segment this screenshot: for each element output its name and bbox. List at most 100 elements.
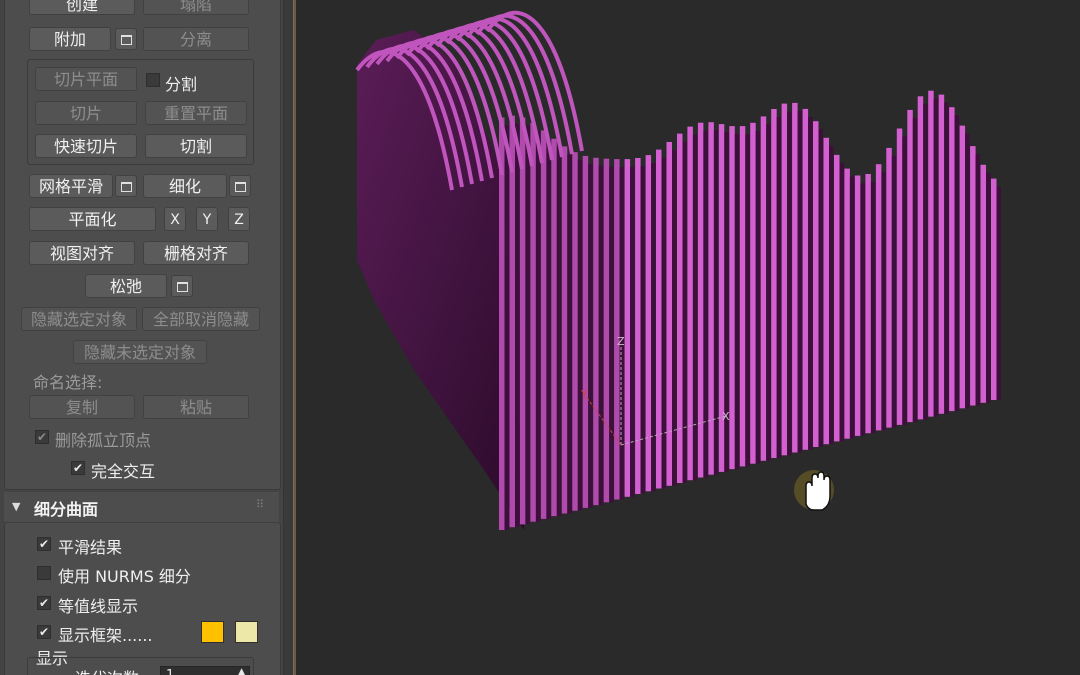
split-label: 分割 — [165, 75, 198, 94]
slice-fin — [865, 174, 871, 434]
meshsmooth-settings-button[interactable] — [115, 175, 137, 197]
make-planar-z-button[interactable]: Z — [228, 207, 250, 231]
slice-fin — [781, 103, 788, 456]
cage-color-swatch-1[interactable] — [201, 621, 224, 643]
slice-gap — [818, 129, 823, 447]
relax-button[interactable]: 松弛 — [85, 274, 167, 298]
view-align-button[interactable]: 视图对齐 — [29, 241, 135, 265]
delete-isolated-checkbox[interactable]: ✔ — [35, 430, 49, 444]
quickslice-button[interactable]: 快速切片 — [35, 134, 137, 158]
slice-fin — [938, 94, 945, 414]
use-nurms-label: 使用 NURMS 细分 — [58, 567, 191, 586]
slice-fin — [991, 178, 997, 400]
iterations-spinner[interactable]: 1 ▲ — [160, 666, 250, 675]
slice-gap — [902, 136, 907, 425]
slice-fin — [875, 164, 882, 431]
meshsmooth-button[interactable]: 网格平滑 — [29, 174, 113, 198]
slice-fin — [677, 133, 683, 483]
split-checkbox[interactable] — [146, 73, 160, 87]
slice-gap — [975, 154, 981, 406]
slice-gap — [986, 172, 991, 403]
show-cage-label: 显示框架...... — [58, 626, 153, 645]
slice-fin — [739, 126, 746, 467]
paste-button[interactable]: 粘贴 — [143, 395, 249, 419]
slice-fin — [896, 128, 903, 425]
isoline-checkbox[interactable]: ✔ — [37, 596, 51, 610]
slice-gap — [923, 104, 928, 420]
slice-gap — [703, 130, 708, 478]
slice-gap — [682, 141, 687, 483]
slice-gap — [745, 134, 750, 467]
attach-settings-button[interactable] — [115, 28, 137, 50]
smooth-result-label: 平滑结果 — [58, 538, 123, 557]
slice-fin — [593, 157, 599, 506]
slice-fin — [813, 121, 819, 447]
detach-button[interactable]: 分离 — [143, 27, 249, 51]
slice-button[interactable]: 切片 — [35, 101, 137, 125]
slice-gap — [954, 115, 960, 412]
slice-fin — [980, 164, 986, 403]
slice-gap — [556, 146, 562, 517]
slice-fin — [551, 138, 557, 517]
slice-fin — [708, 122, 714, 475]
make-planar-y-button[interactable]: Y — [196, 207, 218, 231]
slice-fin — [959, 125, 966, 409]
slice-fin — [603, 158, 610, 503]
slice-plane-button[interactable]: 切片平面 — [35, 67, 137, 91]
smooth-result-checkbox[interactable]: ✔ — [37, 537, 51, 551]
slice-gap — [808, 116, 813, 450]
panel-scrollbar[interactable] — [283, 0, 293, 675]
slice-gap — [630, 167, 635, 497]
perspective-viewport[interactable]: Z X Y — [293, 0, 1080, 675]
full-interactivity-checkbox[interactable]: ✔ — [71, 461, 85, 475]
create-button[interactable]: 创建 — [29, 0, 135, 15]
slice-fin — [834, 154, 840, 442]
slice-gap — [734, 134, 740, 470]
slice-fin — [614, 159, 620, 500]
slice-fin — [572, 152, 578, 511]
slice-gap — [776, 117, 782, 458]
cut-button[interactable]: 切割 — [145, 134, 247, 158]
unhide-all-button[interactable]: 全部取消隐藏 — [142, 307, 260, 331]
cage-color-swatch-2[interactable] — [235, 621, 258, 643]
slice-gap — [860, 183, 865, 436]
slice-gap — [787, 111, 792, 456]
slice-gap — [567, 154, 572, 514]
make-planar-x-button[interactable]: X — [164, 207, 186, 231]
slice-gap — [965, 133, 970, 409]
slice-fin — [928, 90, 934, 417]
iterations-value: 1 — [166, 668, 174, 675]
slice-fin — [635, 158, 641, 494]
hide-selected-button[interactable]: 隐藏选定对象 — [21, 307, 137, 331]
slice-gap — [672, 150, 677, 486]
copy-button[interactable]: 复制 — [29, 395, 135, 419]
tessellate-button[interactable]: 细化 — [143, 174, 227, 198]
slice-gap — [881, 172, 886, 431]
slice-gap — [546, 138, 551, 519]
slice-gap — [849, 176, 855, 439]
subdivision-surface-header[interactable]: ▼ 细分曲面 ⠿ — [4, 492, 279, 523]
rollout-grip-icon: ⠿ — [256, 498, 264, 511]
slice-gap — [755, 130, 761, 464]
relax-settings-button[interactable] — [171, 275, 193, 297]
reset-plane-button[interactable]: 重置平面 — [145, 101, 247, 125]
tessellate-settings-button[interactable] — [229, 175, 251, 197]
viewport-canvas[interactable]: Z X Y — [294, 0, 1080, 675]
slice-fin — [917, 96, 924, 420]
slice-fin — [844, 168, 850, 439]
show-cage-checkbox[interactable]: ✔ — [37, 625, 51, 639]
slice-fin — [656, 149, 662, 489]
collapse-button[interactable]: 塌陷 — [143, 0, 249, 15]
slice-fin — [854, 175, 861, 436]
slice-gap — [577, 160, 583, 511]
hide-unselected-button[interactable]: 隐藏未选定对象 — [73, 340, 207, 364]
attach-button[interactable]: 附加 — [29, 27, 111, 51]
slice-fin — [760, 116, 767, 461]
slice-gap — [609, 166, 614, 503]
slice-fin — [886, 147, 892, 428]
use-nurms-checkbox[interactable] — [37, 566, 51, 580]
make-planar-button[interactable]: 平面化 — [29, 207, 156, 231]
slice-gap — [870, 182, 876, 434]
slice-fin — [771, 109, 777, 458]
grid-align-button[interactable]: 栅格对齐 — [143, 241, 249, 265]
